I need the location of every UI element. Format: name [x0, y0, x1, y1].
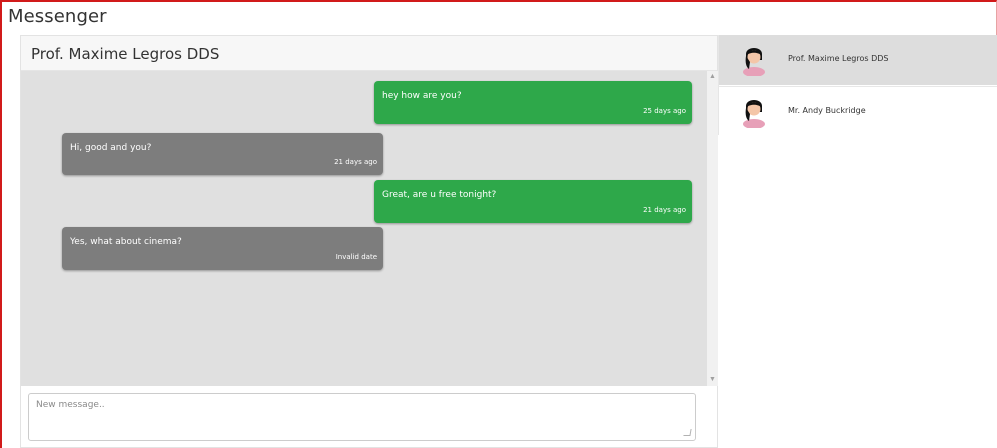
contact-name: Prof. Maxime Legros DDS	[788, 54, 889, 63]
contact-item-active[interactable]: Prof. Maxime Legros DDS	[718, 35, 997, 85]
resize-grip-icon[interactable]	[683, 429, 692, 436]
message-text: Hi, good and you?	[70, 143, 152, 153]
sidebar-divider	[718, 35, 719, 135]
avatar-icon	[743, 48, 765, 76]
chat-header: Prof. Maxime Legros DDS	[21, 36, 717, 71]
chevron-up-icon[interactable]: ▲	[707, 71, 718, 83]
messages-scrollbar[interactable]: ▲ ▼	[707, 71, 718, 386]
chat-panel: Prof. Maxime Legros DDS hey how are you?…	[20, 35, 718, 448]
message-bubble-sent: Great, are u free tonight? 21 days ago	[374, 180, 692, 223]
message-bubble-received: Yes, what about cinema? Invalid date	[62, 227, 383, 270]
message-text: hey how are you?	[382, 91, 462, 101]
new-message-input[interactable]	[28, 393, 696, 441]
contact-item[interactable]: Mr. Andy Buckridge	[718, 86, 997, 136]
message-time: 25 days ago	[643, 107, 686, 115]
message-time: 21 days ago	[334, 158, 377, 166]
contacts-sidebar: Prof. Maxime Legros DDS Mr. Andy Buckrid…	[718, 35, 997, 448]
message-time: Invalid date	[335, 253, 377, 261]
app-title: Messenger	[8, 6, 107, 27]
messages-area[interactable]: hey how are you? 25 days ago Hi, good an…	[21, 71, 707, 386]
composer-area	[21, 386, 717, 447]
message-time: 21 days ago	[643, 206, 686, 214]
message-text: Great, are u free tonight?	[382, 190, 497, 200]
message-bubble-received: Hi, good and you? 21 days ago	[62, 133, 383, 175]
message-text: Yes, what about cinema?	[70, 237, 182, 247]
contact-name: Mr. Andy Buckridge	[788, 106, 866, 115]
chat-title: Prof. Maxime Legros DDS	[31, 45, 220, 63]
avatar-icon	[743, 100, 765, 128]
message-bubble-sent: hey how are you? 25 days ago	[374, 81, 692, 124]
chevron-down-icon[interactable]: ▼	[707, 374, 718, 386]
